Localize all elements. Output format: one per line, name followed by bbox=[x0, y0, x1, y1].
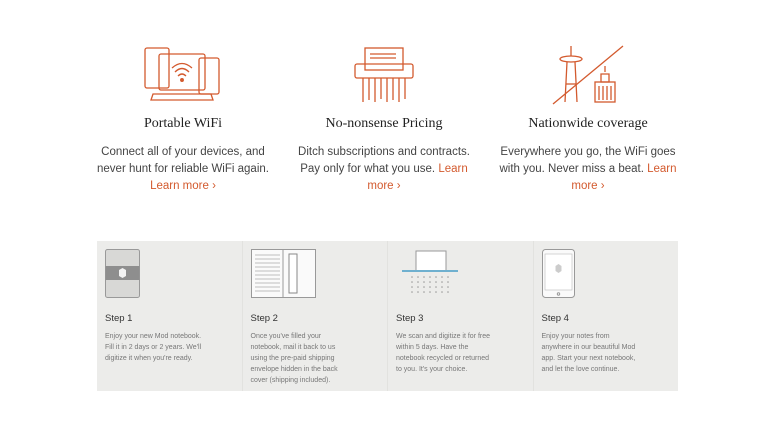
tablet-icon bbox=[541, 249, 671, 303]
step-2: Step 2 Once you've filled your notebook,… bbox=[243, 241, 388, 391]
feature-title: No-nonsense Pricing bbox=[325, 116, 443, 131]
step-4: Step 4 Enjoy your notes from anywhere in… bbox=[534, 241, 679, 391]
learn-more-link[interactable]: Learn more › bbox=[150, 180, 216, 192]
feature-title: Nationwide coverage bbox=[528, 116, 648, 131]
step-3: Step 3 We scan and digitize it for free … bbox=[388, 241, 534, 391]
feature-text: Everywhere you go, the WiFi goes with yo… bbox=[499, 146, 677, 192]
step-title: Step 4 bbox=[541, 313, 569, 324]
step-title: Step 1 bbox=[105, 313, 133, 324]
feature-text: Ditch subscriptions and contracts. Pay o… bbox=[298, 146, 470, 192]
feature-portable-wifi: Portable WiFi Connect all of your device… bbox=[93, 40, 273, 195]
page: Portable WiFi Connect all of your device… bbox=[0, 0, 763, 422]
devices-wifi-icon bbox=[93, 40, 273, 106]
step-text: Enjoy your notes from anywhere in our be… bbox=[541, 333, 636, 373]
step-1: Step 1 Enjoy your new Mod notebook. Fill… bbox=[97, 241, 243, 391]
step-title: Step 2 bbox=[250, 313, 278, 324]
feature-text: Connect all of your devices, and never h… bbox=[97, 146, 269, 192]
feature-coverage: Nationwide coverage Everywhere you go, t… bbox=[498, 40, 678, 195]
feature-title: Portable WiFi bbox=[143, 116, 223, 131]
notebook-icon bbox=[105, 249, 234, 303]
step-text: Enjoy your new Mod notebook. Fill it in … bbox=[105, 333, 202, 362]
feature-pricing: No-nonsense Pricing Ditch subscriptions … bbox=[294, 40, 474, 195]
open-notebook-icon bbox=[250, 249, 380, 303]
steps-panel: Step 1 Enjoy your new Mod notebook. Fill… bbox=[97, 241, 678, 391]
city-skyline-icon bbox=[498, 40, 678, 106]
scanner-icon bbox=[396, 249, 525, 303]
step-text: We scan and digitize it for free within … bbox=[396, 333, 491, 373]
step-title: Step 3 bbox=[396, 313, 424, 324]
step-text: Once you've filled your notebook, mail i… bbox=[250, 333, 338, 384]
shredder-icon bbox=[294, 40, 474, 106]
